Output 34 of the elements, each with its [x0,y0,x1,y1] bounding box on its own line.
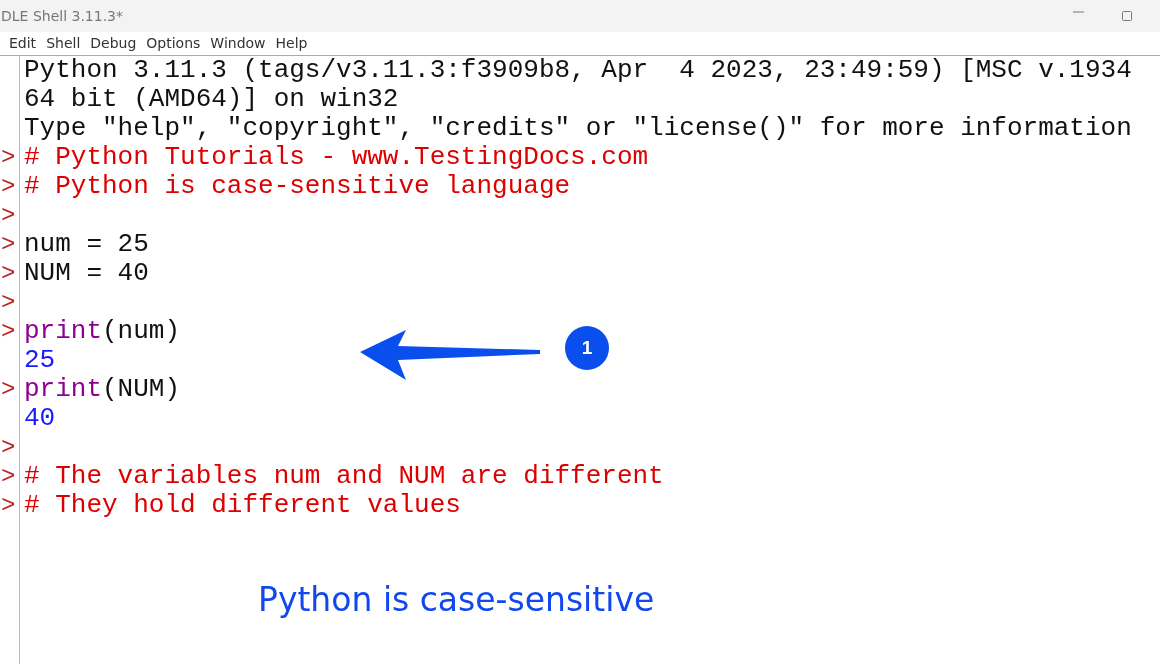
caption: Python is case-sensitive [258,580,655,620]
code-line: # The variables num and NUM are different [24,461,664,491]
maximize-icon[interactable] [1122,11,1132,21]
code-line: 40 [24,403,56,433]
code-line: print(NUM) [24,374,181,404]
prompt-marker: > [1,492,16,519]
prompt-marker: > [1,463,16,490]
code-line: # They hold different values [24,490,461,520]
prompt-marker: > [1,289,16,316]
prompt-marker: > [1,376,16,403]
code-line: Python 3.11.3 (tags/v3.11.3:f3909b8, Apr 4 2023, 23:49:59) [MSC v.1934 [24,56,1132,85]
prompt-marker: > [1,318,16,345]
prompt-marker: > [1,144,16,171]
code-line: num = 25 [24,229,149,259]
code-line: # Python is case-sensitive language [24,171,571,201]
menu-item[interactable]: Edit [4,33,42,54]
menu-item[interactable]: Help [270,33,313,54]
menu-item[interactable]: Debug [85,33,142,54]
code-line: print(num) [24,316,181,346]
window-title: DLE Shell 3.11.3* [0,6,123,26]
prompt-marker: > [1,173,16,200]
code-line: 25 [24,345,56,375]
code-line: Type "help", "copyright", "credits" or "license()" for more information [24,113,1132,143]
menu-item[interactable]: Window [205,33,271,54]
menu-item[interactable]: Shell [41,33,86,54]
code-line: # Python Tutorials - www.TestingDocs.com [24,142,649,172]
code-line: 64 bit (AMD64)] on win32 [24,84,399,114]
prompt-marker: > [1,260,16,287]
code-line: NUM = 40 [24,258,149,288]
menu-item[interactable]: Options [141,33,206,54]
prompt-marker: > [1,202,16,229]
step-number: 1 [565,326,609,370]
prompt-marker: > [1,434,16,461]
prompt-marker: > [1,231,16,258]
